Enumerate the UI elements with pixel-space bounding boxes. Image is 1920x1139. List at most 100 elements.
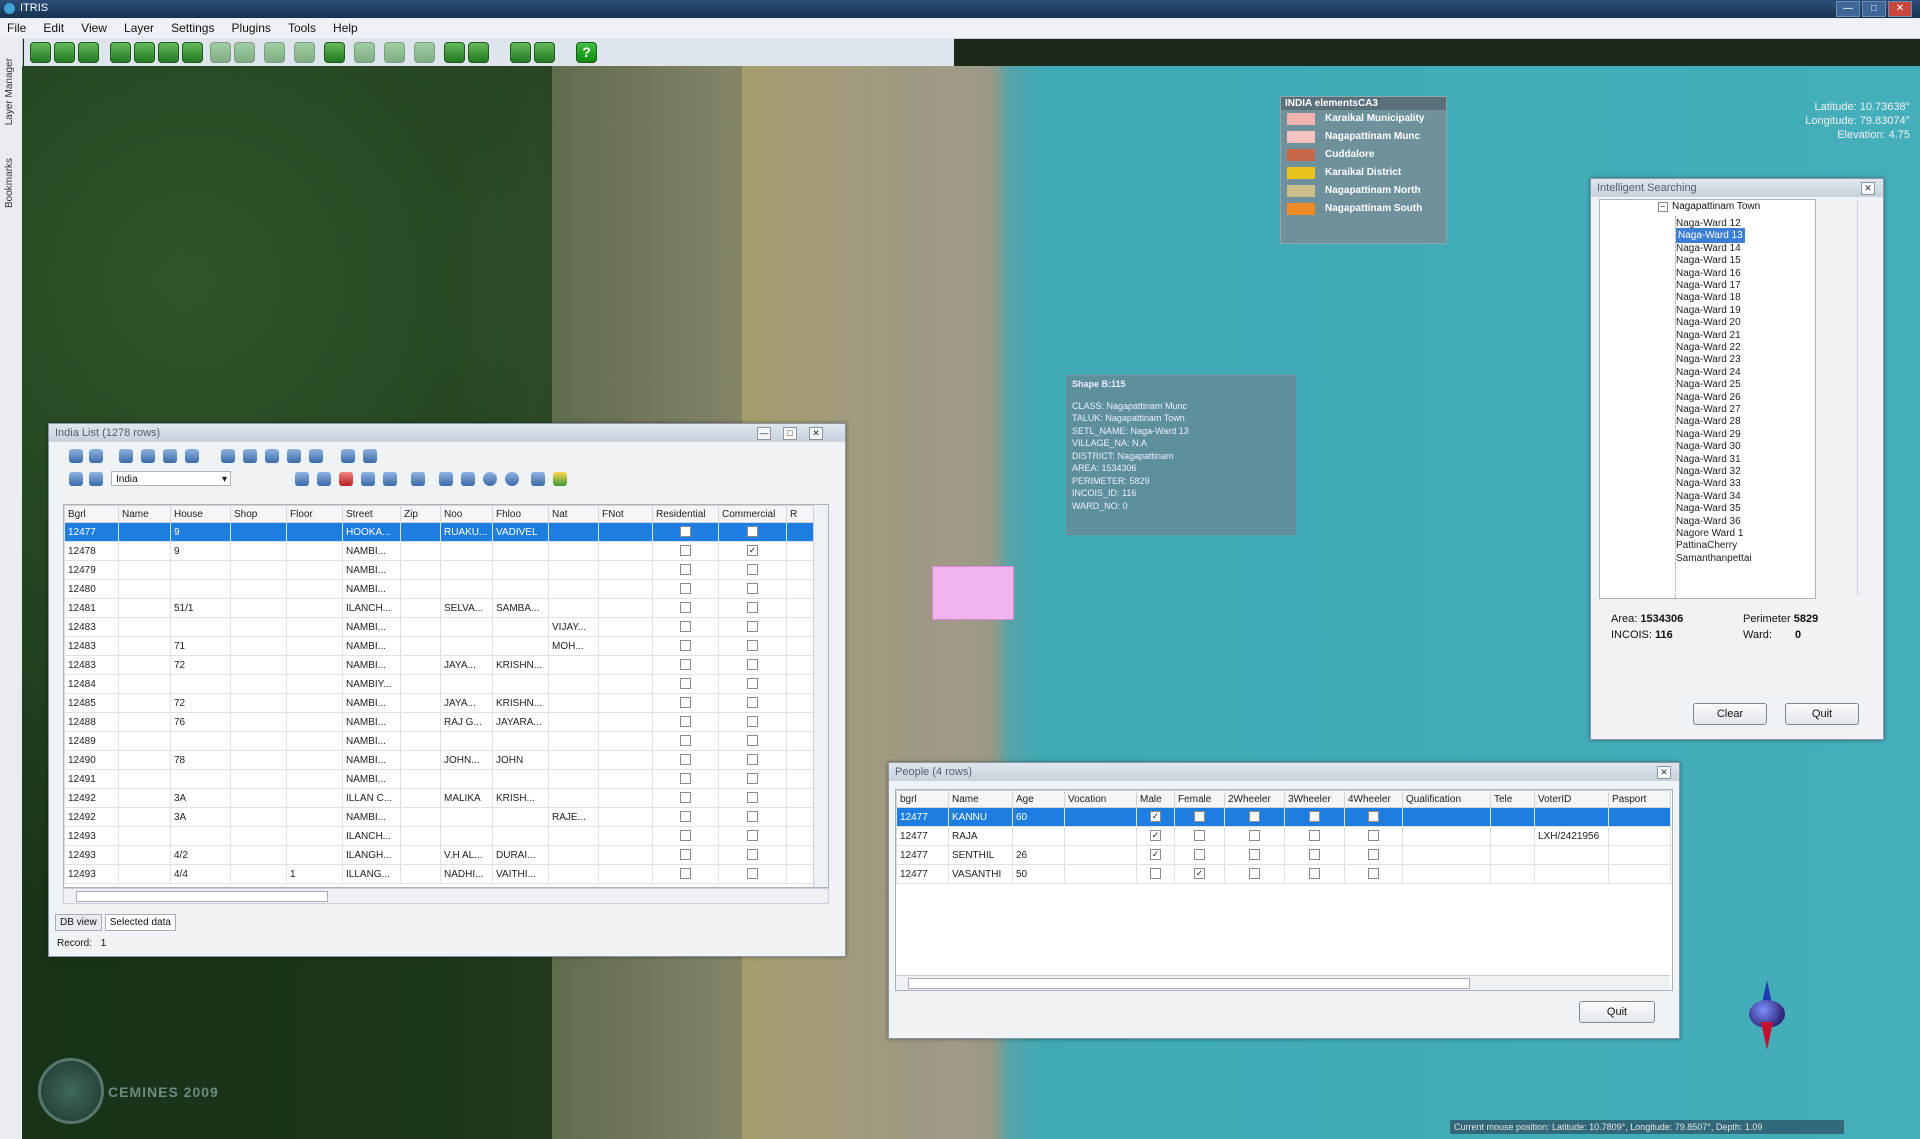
india-list-titlebar[interactable]: India List (1278 rows) — □ ✕ <box>49 424 845 442</box>
chart-icon[interactable] <box>444 42 465 63</box>
menu-settings[interactable]: Settings <box>164 18 221 36</box>
column-header[interactable]: House <box>170 505 231 523</box>
profile-icon[interactable] <box>534 42 555 63</box>
column-header[interactable]: 3Wheeler <box>1284 790 1345 808</box>
circle-icon[interactable] <box>483 472 497 486</box>
export-icon[interactable] <box>414 42 435 63</box>
commercial-checkbox[interactable] <box>747 716 758 728</box>
theme-icon[interactable] <box>553 472 567 486</box>
column-header[interactable]: Nat <box>548 505 599 523</box>
diamond-icon[interactable] <box>295 472 309 486</box>
commercial-checkbox[interactable] <box>747 735 758 747</box>
horizontal-scrollbar[interactable] <box>63 888 829 904</box>
layer-style-icon[interactable] <box>411 472 425 486</box>
table-row[interactable]: 12483 71 NAMBI... MOH... <box>64 636 815 656</box>
commercial-checkbox[interactable] <box>747 621 758 633</box>
residential-checkbox[interactable] <box>680 583 691 595</box>
commercial-checkbox[interactable]: ✓ <box>747 545 758 557</box>
copy-icon[interactable] <box>89 472 103 486</box>
residential-checkbox[interactable] <box>680 564 691 576</box>
menu-help[interactable]: Help <box>326 18 365 36</box>
column-header[interactable]: Female <box>1174 790 1225 808</box>
commercial-checkbox[interactable] <box>747 849 758 861</box>
male-checkbox[interactable]: ✓ <box>1150 811 1161 823</box>
male-checkbox[interactable]: ✓ <box>1150 849 1161 861</box>
list-icon[interactable] <box>461 472 475 486</box>
column-header[interactable]: bgrl <box>896 790 949 808</box>
w3-checkbox[interactable] <box>1309 849 1320 861</box>
people-titlebar[interactable]: People (4 rows) ✕ <box>889 763 1679 781</box>
people-grid[interactable]: bgrl Name Age Vocation Male Female 2Whee… <box>895 789 1673 991</box>
people-quit-button[interactable]: Quit <box>1579 1001 1655 1023</box>
commercial-checkbox[interactable] <box>747 830 758 842</box>
column-header[interactable]: Residential <box>652 505 719 523</box>
residential-checkbox[interactable] <box>680 811 691 823</box>
column-header[interactable]: Floor <box>286 505 343 523</box>
row-insert-icon[interactable] <box>221 449 235 463</box>
search-icon[interactable] <box>324 42 345 63</box>
residential-checkbox[interactable] <box>680 526 691 538</box>
column-header[interactable]: 4Wheeler <box>1344 790 1403 808</box>
edit-icon[interactable] <box>69 472 83 486</box>
tab-db-view[interactable]: DB view <box>55 914 102 931</box>
column-header[interactable]: R <box>786 505 815 523</box>
residential-checkbox[interactable] <box>680 792 691 804</box>
zoom-to-icon[interactable] <box>531 472 545 486</box>
pan-icon[interactable] <box>134 42 155 63</box>
female-checkbox[interactable] <box>1194 811 1205 823</box>
column-header[interactable]: Shop <box>230 505 287 523</box>
w2-checkbox[interactable] <box>1249 849 1260 861</box>
column-header[interactable]: FNot <box>598 505 653 523</box>
table-row[interactable]: 12478 9 NAMBI... ✓ <box>64 541 815 561</box>
residential-checkbox[interactable] <box>680 868 691 880</box>
commercial-checkbox[interactable] <box>747 640 758 652</box>
identify-icon[interactable] <box>210 42 231 63</box>
table-row[interactable]: 12492 3A NAMBI... RAJE... <box>64 807 815 827</box>
table-row[interactable]: 12493 4/2 ILANGH... V.H AL... DURAI... <box>64 845 815 865</box>
column-insert-icon[interactable] <box>265 449 279 463</box>
commercial-checkbox[interactable] <box>747 659 758 671</box>
dot-icon[interactable] <box>505 472 519 486</box>
table-row[interactable]: 12481 51/1 ILANCH... SELVA... SAMBA... <box>64 598 815 618</box>
row-delete-icon[interactable] <box>243 449 257 463</box>
bookmark-icon[interactable] <box>354 42 375 63</box>
commercial-checkbox[interactable] <box>747 697 758 709</box>
align-center-icon[interactable] <box>141 449 155 463</box>
column-header[interactable]: Zip <box>400 505 441 523</box>
residential-checkbox[interactable] <box>680 754 691 766</box>
table-row[interactable]: 12477 SENTHIL 26 ✓ <box>896 845 1671 865</box>
layer-manager-tab[interactable]: Layer Manager <box>4 58 15 125</box>
vertical-scrollbar[interactable] <box>813 505 828 887</box>
w3-checkbox[interactable] <box>1309 830 1320 842</box>
compass-icon[interactable] <box>1745 980 1785 1070</box>
column-header[interactable]: Name <box>948 790 1013 808</box>
menu-file[interactable]: File <box>0 18 33 36</box>
column-header[interactable]: Bgrl <box>64 505 119 523</box>
table-row[interactable]: 12480 NAMBI... <box>64 579 815 599</box>
clear-button[interactable]: Clear <box>1693 703 1767 725</box>
w3-checkbox[interactable] <box>1309 811 1320 823</box>
table-row[interactable]: 12484 NAMBIY... <box>64 674 815 694</box>
info-icon[interactable] <box>234 42 255 63</box>
w2-checkbox[interactable] <box>1249 830 1260 842</box>
grid-icon[interactable] <box>264 42 285 63</box>
tree-node[interactable]: Samanthanpettai <box>1676 551 1752 566</box>
column-header[interactable]: Tele <box>1490 790 1535 808</box>
residential-checkbox[interactable] <box>680 678 691 690</box>
column-header[interactable]: Qualification <box>1402 790 1491 808</box>
search-quit-button[interactable]: Quit <box>1785 703 1859 725</box>
menu-plugins[interactable]: Plugins <box>225 18 278 36</box>
align-justify-icon[interactable] <box>185 449 199 463</box>
column-header[interactable]: Male <box>1136 790 1175 808</box>
print-table-icon[interactable] <box>341 449 355 463</box>
label-icon[interactable] <box>383 472 397 486</box>
residential-checkbox[interactable] <box>680 773 691 785</box>
formula-icon[interactable] <box>89 449 103 463</box>
table-row[interactable]: 12489 NAMBI... <box>64 731 815 751</box>
window-maximize-button[interactable]: □ <box>783 427 797 440</box>
commercial-checkbox[interactable] <box>747 564 758 576</box>
table-row[interactable]: 12493 4/4 1 ILLANG... NADHI... VAITHI... <box>64 864 815 884</box>
commercial-checkbox[interactable] <box>747 868 758 880</box>
table-row[interactable]: 12477 VASANTHI 50 ✓ <box>896 864 1671 884</box>
residential-checkbox[interactable] <box>680 640 691 652</box>
